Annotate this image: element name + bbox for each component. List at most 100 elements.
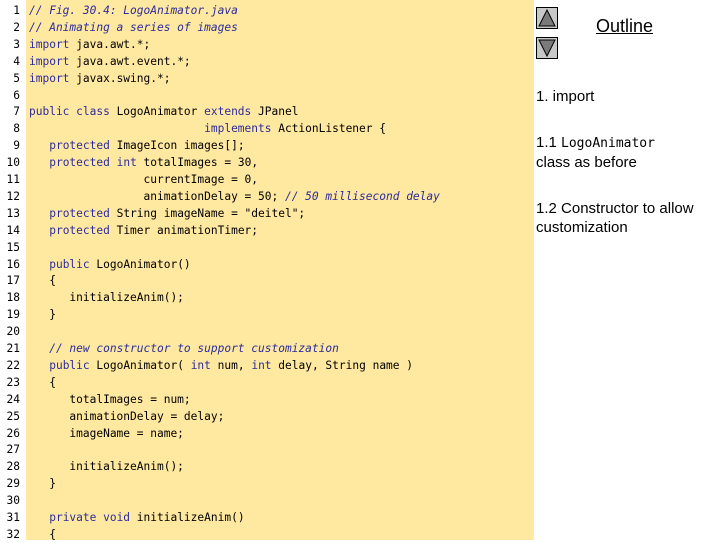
code-token: currentImage = 0,	[29, 173, 259, 186]
line-number: 1	[13, 4, 20, 17]
code-line: 25 animationDelay = delay;	[0, 408, 534, 425]
code-text: public LogoAnimator()	[29, 256, 191, 273]
code-text: private void initializeAnim()	[29, 509, 245, 526]
code-text: implements ActionListener {	[29, 120, 386, 137]
code-keyword: protected	[49, 223, 110, 237]
code-text: // Animating a series of images	[29, 19, 238, 36]
code-line: 4 import java.awt.event.*;	[0, 53, 534, 70]
code-text: animationDelay = delay;	[29, 408, 224, 425]
code-token: totalImages = num;	[29, 392, 191, 406]
line-number: 31	[6, 511, 20, 524]
code-text: }	[29, 306, 56, 323]
line-number: 18	[6, 291, 20, 305]
code-token: String imageName = "deitel";	[109, 206, 306, 220]
code-keyword: int	[190, 358, 211, 372]
code-line: 12 animationDelay = 50; // 50 millisecon…	[0, 188, 534, 205]
outline-item-prefix: 1.1	[536, 134, 562, 151]
line-number: 21	[6, 342, 20, 355]
code-keyword: protected	[49, 206, 110, 220]
code-keyword: protected	[49, 156, 110, 170]
code-line: 3 import java.awt.*;	[0, 36, 534, 53]
code-text: animationDelay = 50; // 50 millisecond d…	[29, 188, 440, 205]
code-line: 30	[0, 492, 534, 509]
outline-link[interactable]: Outline	[596, 16, 653, 37]
line-number: 27	[6, 443, 20, 457]
code-token: ImageIcon images[];	[109, 139, 245, 153]
code-token: javax.swing.*;	[69, 71, 171, 85]
code-line: 29 }	[0, 475, 534, 492]
code-line: 20	[0, 323, 534, 340]
code-text: }	[29, 475, 56, 492]
code-line: 26 imageName = name;	[0, 425, 534, 442]
code-token: }	[29, 477, 56, 491]
code-token: }	[29, 308, 56, 322]
line-number: 5	[13, 71, 20, 85]
line-number: 12	[6, 189, 20, 203]
code-keyword: public	[49, 257, 90, 271]
line-number: 16	[6, 257, 20, 271]
code-text: import java.awt.event.*;	[29, 53, 191, 70]
code-line: 2 // Animating a series of images	[0, 19, 534, 36]
code-line: 15	[0, 239, 534, 256]
line-number: 26	[6, 426, 20, 440]
code-line: 28 initializeAnim();	[0, 458, 534, 475]
code-text: currentImage = 0,	[29, 171, 259, 188]
code-token: java.awt.*;	[69, 37, 151, 51]
outline-item-class-name: LogoAnimator	[561, 136, 655, 151]
code-token: {	[29, 527, 56, 541]
code-line: 14 protected Timer animationTimer;	[0, 222, 534, 239]
code-listing-panel: 1 // Fig. 30.4: LogoAnimator.java 2 // Anim…	[0, 0, 534, 543]
code-text: imageName = name;	[29, 425, 184, 442]
code-line: 31 private void initializeAnim()	[0, 509, 534, 526]
code-line: 1 // Fig. 30.4: LogoAnimator.java	[0, 2, 534, 19]
code-token: totalImages = 30,	[136, 156, 259, 170]
code-keyword: private void	[49, 511, 131, 524]
line-number: 3	[13, 37, 20, 51]
line-number: 20	[6, 325, 20, 339]
code-text: initializeAnim();	[29, 289, 184, 306]
line-number: 15	[6, 240, 20, 254]
code-text: public class LogoAnimator extends JPanel	[29, 103, 298, 120]
code-keyword: import	[29, 37, 70, 51]
code-text: initializeAnim();	[29, 458, 184, 475]
code-token: LogoAnimator(	[89, 358, 191, 372]
code-keyword: implements	[204, 122, 272, 136]
code-token: LogoAnimator()	[89, 257, 191, 271]
line-number: 25	[6, 409, 20, 423]
code-comment: // 50 millisecond delay	[284, 189, 440, 203]
code-text: protected Timer animationTimer;	[29, 222, 258, 239]
code-line: 18 initializeAnim();	[0, 289, 534, 306]
line-number: 22	[6, 358, 20, 372]
code-line: 5 import javax.swing.*;	[0, 70, 534, 87]
code-text: {	[29, 374, 56, 391]
outline-item-constructor: 1.2 Constructor to allow customization	[536, 200, 694, 236]
code-token: initializeAnim()	[130, 511, 245, 524]
code-token: num,	[210, 358, 252, 372]
line-number: 32	[6, 527, 20, 541]
outline-item-import: 1. import	[536, 88, 595, 105]
previous-slide-button[interactable]	[536, 7, 558, 29]
code-keyword: public class	[29, 105, 110, 119]
code-token: initializeAnim();	[29, 460, 184, 474]
code-line: 22 public LogoAnimator( int num, int del…	[0, 357, 534, 374]
code-token: LogoAnimator	[109, 105, 205, 119]
line-number: 24	[6, 392, 20, 406]
next-slide-button[interactable]	[536, 37, 558, 59]
code-text: {	[29, 272, 56, 289]
arrow-down-icon	[538, 39, 556, 58]
code-line: 8 implements ActionListener {	[0, 120, 534, 137]
code-comment: // new constructor to support customizat…	[49, 342, 339, 355]
code-line: 32 {	[0, 526, 534, 543]
code-line: 11 currentImage = 0,	[0, 171, 534, 188]
code-token: Timer animationTimer;	[109, 223, 259, 237]
line-number: 4	[13, 54, 20, 68]
